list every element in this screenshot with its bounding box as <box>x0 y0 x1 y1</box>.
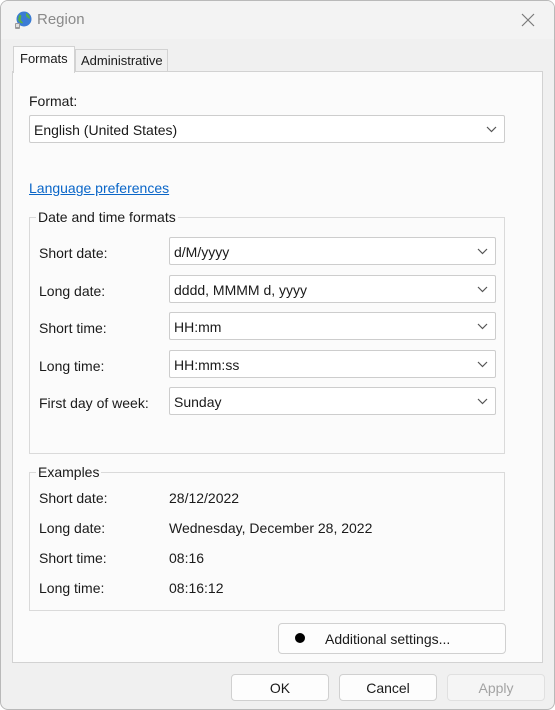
tab-administrative-label: Administrative <box>81 53 163 68</box>
chevron-down-icon <box>477 248 488 255</box>
ok-label: OK <box>269 679 291 696</box>
globe-icon <box>15 11 32 29</box>
date-time-formats-title: Date and time formats <box>36 209 178 225</box>
additional-settings-label: Additional settings... <box>325 630 451 647</box>
example-short-time-value: 08:16 <box>169 550 205 566</box>
short-time-label: Short time: <box>39 320 107 336</box>
long-date-label: Long date: <box>39 283 106 299</box>
examples-group: Examples Short date: 28/12/2022 Long dat… <box>29 464 505 611</box>
title-bar: Region <box>1 1 554 39</box>
example-long-date-label: Long date: <box>39 520 106 536</box>
chevron-down-icon <box>477 398 488 405</box>
apply-label: Apply <box>478 679 514 696</box>
long-time-value: HH:mm:ss <box>174 357 240 373</box>
format-dropdown[interactable]: English (United States) <box>29 115 505 143</box>
example-short-date-label: Short date: <box>39 490 108 506</box>
example-short-time-label: Short time: <box>39 550 107 566</box>
short-time-dropdown[interactable]: HH:mm <box>169 312 496 340</box>
chevron-down-icon <box>477 323 488 330</box>
first-day-of-week-value: Sunday <box>174 394 222 410</box>
bullet-icon <box>295 633 305 643</box>
ok-button[interactable]: OK <box>231 674 329 701</box>
close-button[interactable] <box>508 5 548 35</box>
tab-administrative[interactable]: Administrative <box>75 49 168 71</box>
apply-button[interactable]: Apply <box>447 674 545 701</box>
cancel-label: Cancel <box>366 679 410 696</box>
formats-panel: Format: English (United States) Language… <box>12 71 543 663</box>
language-preferences-link[interactable]: Language preferences <box>29 180 169 196</box>
long-date-dropdown[interactable]: dddd, MMMM d, yyyy <box>169 275 496 303</box>
window-title: Region <box>37 11 85 28</box>
close-icon <box>521 13 535 27</box>
short-date-value: d/M/yyyy <box>174 244 230 260</box>
chevron-down-icon <box>486 126 497 133</box>
long-date-value: dddd, MMMM d, yyyy <box>174 282 308 298</box>
chevron-down-icon <box>477 286 488 293</box>
example-long-time-label: Long time: <box>39 580 105 596</box>
format-value: English (United States) <box>34 122 178 138</box>
chevron-down-icon <box>477 361 488 368</box>
tab-formats[interactable]: Formats <box>13 46 75 73</box>
short-date-label: Short date: <box>39 245 108 261</box>
example-short-date-value: 28/12/2022 <box>169 490 240 506</box>
additional-settings-button[interactable]: Additional settings... <box>278 623 506 654</box>
format-label: Format: <box>29 93 78 109</box>
short-time-value: HH:mm <box>174 319 222 335</box>
tab-formats-label: Formats <box>20 51 68 66</box>
long-time-dropdown[interactable]: HH:mm:ss <box>169 350 496 378</box>
cancel-button[interactable]: Cancel <box>339 674 437 701</box>
example-long-time-value: 08:16:12 <box>169 580 224 596</box>
examples-title: Examples <box>36 464 102 480</box>
long-time-label: Long time: <box>39 358 105 374</box>
first-day-of-week-dropdown[interactable]: Sunday <box>169 387 496 415</box>
first-day-of-week-label: First day of week: <box>39 395 149 411</box>
short-date-dropdown[interactable]: d/M/yyyy <box>169 237 496 265</box>
example-long-date-value: Wednesday, December 28, 2022 <box>169 520 373 536</box>
region-dialog: Region Administrative Formats Format: En… <box>0 0 555 710</box>
date-time-formats-group: Date and time formats Short date: d/M/yy… <box>29 209 505 454</box>
